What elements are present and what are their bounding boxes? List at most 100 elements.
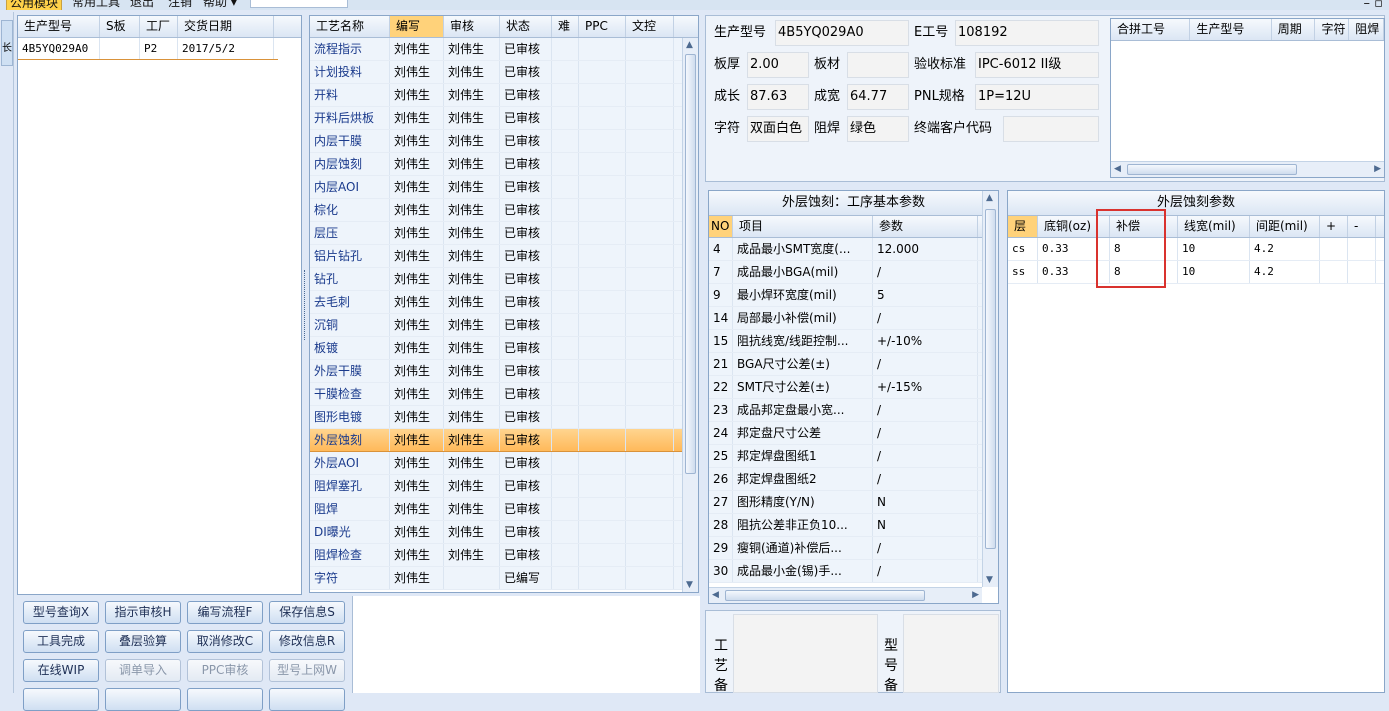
process-row[interactable]: 图形电镀 刘伟生 刘伟生 已审核	[310, 406, 698, 429]
scroll-left-icon[interactable]: ◀	[1114, 164, 1121, 174]
save-info-button[interactable]: 保存信息S	[269, 601, 345, 624]
model-query-button[interactable]: 型号查询X	[23, 601, 99, 624]
col-merge-number[interactable]: 合拼工号	[1111, 19, 1191, 40]
process-row[interactable]: 字符 刘伟生 已编写	[310, 567, 698, 590]
window-buttons[interactable]: – ▫	[1364, 0, 1383, 11]
param-row[interactable]: 15 阻抗线宽/线距控制... +/-10%	[709, 330, 998, 353]
write-flow-button[interactable]: 编写流程F	[187, 601, 263, 624]
menu-combo-box[interactable]	[250, 0, 348, 8]
field-character[interactable]: 双面白色	[747, 116, 809, 142]
instruction-review-button[interactable]: 指示审核H	[105, 601, 181, 624]
process-row[interactable]: 外层AOI 刘伟生 刘伟生 已审核	[310, 452, 698, 475]
merge-grid-hscroll[interactable]: ◀ ▶	[1111, 161, 1384, 177]
field-width[interactable]: 64.77	[847, 84, 909, 110]
col-delivery-date[interactable]: 交货日期	[178, 16, 274, 37]
etch-row[interactable]: ss 0.33 8 10 4.2	[1008, 261, 1384, 284]
splitter-grip[interactable]	[302, 270, 308, 340]
field-customer-code[interactable]	[1003, 116, 1099, 142]
scroll-up-icon[interactable]: ▲	[986, 193, 993, 203]
process-row[interactable]: 外层蚀刻 刘伟生 刘伟生 已审核	[310, 429, 698, 452]
param-row[interactable]: 26 邦定焊盘图纸2/	[709, 468, 998, 491]
menu-common-module[interactable]: 公用模块	[6, 0, 63, 10]
process-row[interactable]: 沉铜 刘伟生 刘伟生 已审核	[310, 314, 698, 337]
scroll-left-icon[interactable]: ◀	[712, 590, 719, 600]
col-period[interactable]: 周期	[1272, 19, 1316, 40]
field-e-number[interactable]: 108192	[955, 20, 1099, 46]
col-merge-model[interactable]: 生产型号	[1190, 19, 1272, 40]
hidden-row-button[interactable]	[269, 688, 345, 711]
online-wip-button[interactable]: 在线WIP	[23, 659, 99, 682]
menu-common-tools[interactable]: 常用工具	[72, 0, 120, 9]
process-row[interactable]: 计划投料 刘伟生 刘伟生 已审核	[310, 61, 698, 84]
process-row[interactable]: 板镀 刘伟生 刘伟生 已审核	[310, 337, 698, 360]
field-standard[interactable]: IPC-6012 II级	[975, 52, 1099, 78]
col-layer[interactable]: 层	[1008, 216, 1038, 237]
param-row[interactable]: 4 成品最小SMT宽度(... 12.000	[709, 238, 998, 261]
scroll-right-icon[interactable]: ▶	[1374, 164, 1381, 174]
col-doc-control[interactable]: 文控	[626, 16, 674, 37]
col-param[interactable]: 参数	[873, 216, 978, 237]
etch-row[interactable]: cs 0.33 8 10 4.2	[1008, 238, 1384, 261]
col-merge-mask[interactable]: 阻焊	[1349, 19, 1384, 40]
param-hscroll-thumb[interactable]	[725, 590, 925, 601]
process-scroll-thumb[interactable]	[685, 54, 696, 474]
col-model[interactable]: 生产型号	[18, 16, 100, 37]
field-thickness[interactable]: 2.00	[747, 52, 809, 78]
import-order-button[interactable]: 调单导入	[105, 659, 181, 682]
scroll-down-icon[interactable]: ▼	[686, 580, 693, 590]
param-hscroll[interactable]: ◀ ▶	[709, 587, 982, 603]
col-writer[interactable]: 编写	[390, 16, 444, 37]
process-row[interactable]: 铝片钻孔 刘伟生 刘伟生 已审核	[310, 245, 698, 268]
col-process-name[interactable]: 工艺名称	[310, 16, 390, 37]
tool-complete-button[interactable]: 工具完成	[23, 630, 99, 653]
menu-exit[interactable]: 退出	[130, 0, 154, 9]
param-row[interactable]: 29 瘦铜(通道)补偿后... /	[709, 537, 998, 560]
col-spacing[interactable]: 间距(mil)	[1250, 216, 1320, 237]
param-row[interactable]: 21 BGA尺寸公差(±) /	[709, 353, 998, 376]
process-row[interactable]: 内层蚀刻 刘伟生 刘伟生 已审核	[310, 153, 698, 176]
scroll-up-icon[interactable]: ▲	[686, 40, 693, 50]
param-scroll-thumb[interactable]	[985, 209, 996, 549]
ppc-review-button[interactable]: PPC审核	[187, 659, 263, 682]
col-difficulty[interactable]: 难	[552, 16, 579, 37]
process-row[interactable]: 去毛刺 刘伟生 刘伟生 已审核	[310, 291, 698, 314]
process-row[interactable]: 钻孔 刘伟生 刘伟生 已审核	[310, 268, 698, 291]
field-length[interactable]: 87.63	[747, 84, 809, 110]
menu-help[interactable]: 帮助 ▾	[203, 0, 237, 9]
col-remove[interactable]: -	[1348, 216, 1376, 237]
model-online-button[interactable]: 型号上网W	[269, 659, 345, 682]
process-row[interactable]: 开料后烘板 刘伟生 刘伟生 已审核	[310, 107, 698, 130]
col-factory[interactable]: 工厂	[140, 16, 178, 37]
param-row[interactable]: 7 成品最小BGA(mil) /	[709, 261, 998, 284]
edit-info-button[interactable]: 修改信息R	[269, 630, 345, 653]
col-merge-character[interactable]: 字符	[1315, 19, 1350, 40]
model-row[interactable]: 4B5YQ029A0 P2 2017/5/2	[18, 38, 278, 60]
hidden-row-button[interactable]	[23, 688, 99, 711]
process-row[interactable]: 开料 刘伟生 刘伟生 已审核	[310, 84, 698, 107]
col-status[interactable]: 状态	[500, 16, 552, 37]
hidden-row-button[interactable]	[105, 688, 181, 711]
field-model[interactable]: 4B5YQ029A0	[775, 20, 909, 46]
cancel-edit-button[interactable]: 取消修改C	[187, 630, 263, 653]
process-row[interactable]: 外层干膜 刘伟生 刘伟生 已审核	[310, 360, 698, 383]
param-row[interactable]: 30 成品最小金(锡)手... /	[709, 560, 998, 583]
process-row[interactable]: 阻焊塞孔 刘伟生 刘伟生 已审核	[310, 475, 698, 498]
process-scrollbar[interactable]: ▲ ▼	[682, 38, 698, 592]
col-item[interactable]: 项目	[733, 216, 873, 237]
process-row[interactable]: 流程指示 刘伟生 刘伟生 已审核	[310, 38, 698, 61]
col-line-width[interactable]: 线宽(mil)	[1178, 216, 1250, 237]
process-row[interactable]: 阻焊检查 刘伟生 刘伟生 已审核	[310, 544, 698, 567]
param-scrollbar[interactable]: ▲ ▼	[982, 191, 998, 587]
process-notes-field[interactable]	[733, 614, 878, 693]
field-material[interactable]	[847, 52, 909, 78]
process-row[interactable]: 棕化 刘伟生 刘伟生 已审核	[310, 199, 698, 222]
param-row[interactable]: 25 邦定焊盘图纸1/	[709, 445, 998, 468]
col-ppc[interactable]: PPC	[579, 16, 626, 37]
col-s-board[interactable]: S板	[100, 16, 140, 37]
param-row[interactable]: 22 SMT尺寸公差(±) +/-15%	[709, 376, 998, 399]
process-row[interactable]: 层压 刘伟生 刘伟生 已审核	[310, 222, 698, 245]
hidden-row-button[interactable]	[187, 688, 263, 711]
col-add[interactable]: +	[1320, 216, 1348, 237]
stackup-check-button[interactable]: 叠层验算	[105, 630, 181, 653]
field-pnl[interactable]: 1P=12U	[975, 84, 1099, 110]
